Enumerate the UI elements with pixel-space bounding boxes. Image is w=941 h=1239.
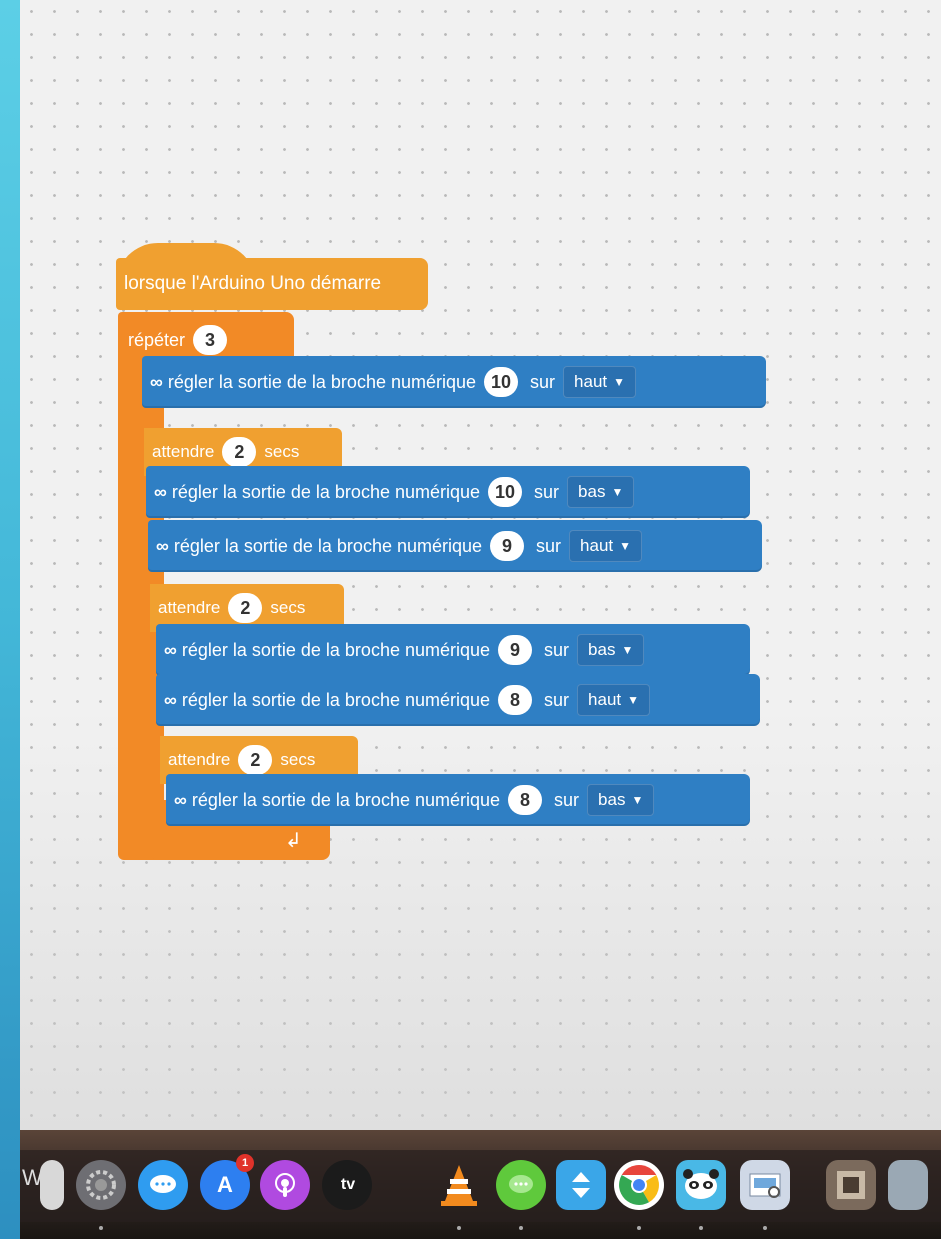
sur-label: sur [544, 689, 570, 710]
speech-bubble-icon [150, 1175, 176, 1193]
running-indicator [637, 1226, 641, 1230]
migration-icon[interactable] [556, 1160, 606, 1210]
photo-stack-icon [749, 1173, 781, 1198]
sur-label: sur [534, 481, 560, 502]
pin-state-dropdown[interactable]: haut ▼ [569, 530, 643, 562]
pin-state-dropdown[interactable]: bas ▼ [587, 784, 655, 816]
pin-number-input[interactable]: 8 [508, 785, 543, 815]
chrome-icon[interactable] [614, 1160, 664, 1210]
running-indicator [99, 1226, 103, 1230]
chevron-down-icon: ▼ [613, 375, 626, 389]
sur-label: sur [530, 371, 556, 392]
app-store-icon[interactable]: A 1 [200, 1154, 254, 1210]
digital-pin-block[interactable]: ∞ régler la sortie de la broche numériqu… [166, 774, 750, 826]
digital-pin-block[interactable]: ∞ régler la sortie de la broche numériqu… [156, 624, 750, 676]
screen: lorsque l'Arduino Uno démarre répéter 3 … [20, 0, 941, 1239]
sur-label: sur [536, 535, 562, 556]
photo-app-icon[interactable] [826, 1160, 876, 1210]
running-indicator [457, 1226, 461, 1230]
pin-block-label: régler la sortie de la broche numérique [181, 639, 491, 660]
wait-unit-label: secs [280, 750, 316, 769]
repeat-block-label: répéter [128, 329, 186, 350]
system-preferences-icon[interactable] [76, 1160, 126, 1210]
vlc-icon[interactable] [434, 1160, 484, 1210]
chevron-down-icon: ▼ [611, 485, 624, 499]
arduino-infinity-icon: ∞ [156, 535, 169, 556]
wait-unit-label: secs [270, 598, 306, 617]
pin-number-input[interactable]: 9 [498, 635, 533, 665]
pin-state-dropdown[interactable]: bas ▼ [577, 634, 645, 666]
partial-app-icon[interactable] [888, 1160, 928, 1210]
arduino-infinity-icon: ∞ [150, 371, 163, 392]
when-arduino-starts-block[interactable]: lorsque l'Arduino Uno démarre [116, 258, 428, 310]
chrome-logo-icon [619, 1165, 659, 1205]
wait-label: attendre [158, 598, 221, 617]
arrows-icon [572, 1172, 590, 1198]
gear-icon [86, 1170, 116, 1200]
hat-block-label: lorsque l'Arduino Uno démarre [124, 273, 382, 294]
arduino-infinity-icon: ∞ [164, 689, 177, 710]
digital-pin-block[interactable]: ∞ régler la sortie de la broche numériqu… [146, 466, 750, 518]
running-indicator [763, 1226, 767, 1230]
pin-block-label: régler la sortie de la broche numérique [181, 689, 491, 710]
sur-label: sur [544, 639, 570, 660]
pin-block-label: régler la sortie de la broche numérique [171, 481, 481, 502]
wait-seconds-input[interactable]: 2 [228, 593, 263, 623]
pin-state-value: haut [588, 690, 622, 709]
pin-state-dropdown[interactable]: bas ▼ [567, 476, 635, 508]
pin-block-label: régler la sortie de la broche numérique [173, 535, 483, 556]
app-store-a-icon: A [217, 1172, 233, 1197]
arduino-infinity-icon: ∞ [154, 481, 167, 502]
wait-unit-label: secs [264, 442, 300, 461]
digital-pin-block[interactable]: ∞ régler la sortie de la broche numériqu… [148, 520, 762, 572]
digital-pin-block[interactable]: ∞ régler la sortie de la broche numériqu… [156, 674, 760, 726]
pin-number-input[interactable]: 8 [498, 685, 533, 715]
pin-number-input[interactable]: 10 [484, 367, 519, 397]
sur-label: sur [554, 789, 580, 810]
chat-bubble-icon [509, 1175, 533, 1193]
apple-tv-icon[interactable]: tv [322, 1160, 372, 1210]
pin-state-value: haut [574, 372, 608, 391]
chevron-down-icon: ▼ [619, 539, 632, 553]
pin-state-dropdown[interactable]: haut ▼ [563, 366, 637, 398]
running-indicator [699, 1226, 703, 1230]
traffic-cone-icon [441, 1165, 477, 1206]
framed-photo-icon [837, 1171, 865, 1199]
wait-seconds-input[interactable]: 2 [238, 745, 273, 775]
chevron-down-icon: ▼ [631, 793, 644, 807]
panda-icon [683, 1169, 719, 1199]
pin-block-label: régler la sortie de la broche numérique [167, 371, 477, 392]
loop-arrow-icon: ↲ [285, 830, 302, 852]
chevron-down-icon: ▼ [627, 693, 640, 707]
preview-icon[interactable] [740, 1160, 790, 1210]
document-app-icon[interactable] [40, 1160, 64, 1210]
pin-state-value: bas [578, 482, 606, 501]
pin-state-value: bas [588, 640, 616, 659]
pin-state-value: bas [598, 790, 626, 809]
apple-tv-label: tv [340, 1176, 356, 1193]
wait-label: attendre [168, 750, 231, 769]
blocks-workspace[interactable]: lorsque l'Arduino Uno démarre répéter 3 … [20, 0, 941, 1130]
chat-icon[interactable] [496, 1160, 546, 1210]
wait-label: attendre [152, 442, 215, 461]
wait-seconds-input[interactable]: 2 [222, 437, 257, 467]
running-indicator [519, 1226, 523, 1230]
digital-pin-block[interactable]: ∞ régler la sortie de la broche numériqu… [142, 356, 766, 408]
notification-badge: 1 [236, 1154, 254, 1172]
pin-block-label: régler la sortie de la broche numérique [191, 789, 501, 810]
podcasts-icon[interactable] [260, 1160, 310, 1210]
podcast-waves-icon [275, 1173, 295, 1197]
pin-state-dropdown[interactable]: haut ▼ [577, 684, 651, 716]
arduino-infinity-icon: ∞ [164, 639, 177, 660]
pin-number-input[interactable]: 10 [488, 477, 523, 507]
arduino-infinity-icon: ∞ [174, 789, 187, 810]
messages-icon[interactable] [138, 1160, 188, 1210]
chevron-down-icon: ▼ [621, 643, 634, 657]
pin-state-value: haut [580, 536, 614, 555]
pin-number-input[interactable]: 9 [490, 531, 525, 561]
mblock-panda-icon[interactable] [676, 1160, 726, 1210]
repeat-count-input[interactable]: 3 [193, 325, 228, 355]
